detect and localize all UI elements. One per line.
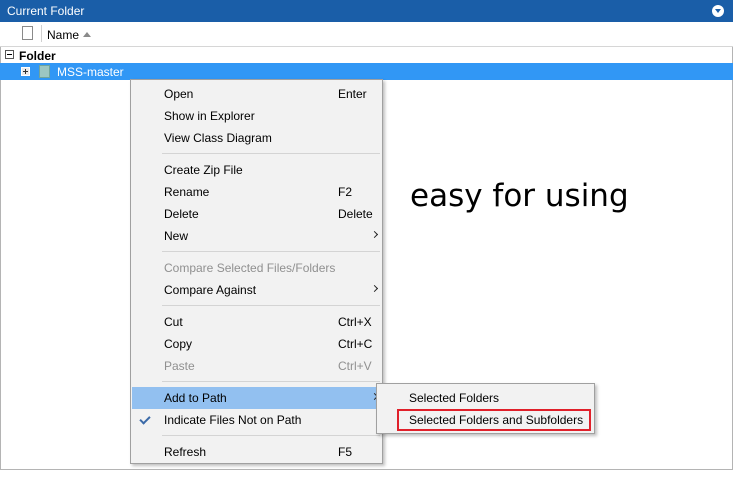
menu-item-create-zip-file[interactable]: Create Zip File [132, 159, 381, 181]
menu-item-label: Indicate Files Not on Path [164, 413, 302, 427]
menu-item-open[interactable]: Open Enter [132, 83, 381, 105]
menu-item-label: Compare Selected Files/Folders [164, 261, 336, 275]
menu-item-cut[interactable]: Cut Ctrl+X [132, 311, 381, 333]
menu-separator [162, 435, 380, 436]
menu-item-indicate-files[interactable]: Indicate Files Not on Path [132, 409, 381, 431]
name-column-header[interactable]: Name [47, 28, 79, 42]
expand-icon[interactable] [21, 67, 30, 76]
menu-item-shortcut: Ctrl+X [338, 315, 372, 329]
menu-separator [162, 153, 380, 154]
menu-item-label: Cut [164, 315, 183, 329]
file-type-icon[interactable] [22, 26, 33, 40]
menu-item-shortcut: F2 [338, 185, 353, 199]
menu-item-compare-selected: Compare Selected Files/Folders [132, 257, 381, 279]
submenu-item-selected-folders[interactable]: Selected Folders [378, 387, 593, 409]
column-divider [41, 25, 42, 42]
menu-separator [162, 251, 380, 252]
panel-title: Current Folder [7, 4, 85, 18]
menu-item-label: Delete [164, 207, 199, 221]
column-header: Name [0, 22, 733, 47]
collapse-icon[interactable] [5, 50, 14, 59]
submenu-arrow-icon [370, 230, 379, 239]
menu-item-shortcut: Delete [338, 207, 373, 221]
menu-item-label: Refresh [164, 445, 207, 459]
sort-ascending-icon[interactable] [83, 32, 91, 37]
menu-item-label: Paste [164, 359, 195, 373]
menu-item-label: Rename [164, 185, 210, 199]
folder-group-label: Folder [19, 49, 56, 63]
menu-item-label: Copy [164, 337, 193, 351]
menu-item-copy[interactable]: Copy Ctrl+C [132, 333, 381, 355]
highlight-box [397, 409, 591, 431]
menu-item-label: View Class Diagram [164, 131, 272, 145]
menu-item-delete[interactable]: Delete Delete [132, 203, 381, 225]
selected-folder-row[interactable]: MSS-master [0, 63, 733, 80]
menu-item-add-to-path[interactable]: Add to Path [132, 387, 381, 409]
folder-group-row[interactable]: Folder [0, 47, 733, 64]
menu-item-shortcut: Ctrl+V [338, 359, 372, 373]
menu-item-refresh[interactable]: Refresh F5 [132, 441, 381, 463]
menu-item-compare-against[interactable]: Compare Against [132, 279, 381, 301]
menu-item-label: Create Zip File [164, 163, 243, 177]
menu-item-shortcut: Ctrl+C [338, 337, 373, 351]
folder-name: MSS-master [57, 65, 124, 79]
menu-item-label: Compare Against [164, 283, 257, 297]
add-to-path-submenu: Selected Folders Selected Folders and Su… [376, 383, 595, 434]
menu-separator [162, 381, 380, 382]
folder-icon [39, 65, 50, 78]
menu-item-view-class-diagram[interactable]: View Class Diagram [132, 127, 381, 149]
menu-item-shortcut: F5 [338, 445, 353, 459]
menu-item-new[interactable]: New [132, 225, 381, 247]
menu-item-show-in-explorer[interactable]: Show in Explorer [132, 105, 381, 127]
submenu-item-label: Selected Folders [409, 391, 500, 405]
menu-item-label: Open [164, 87, 194, 101]
panel-actions-icon[interactable] [712, 5, 724, 17]
context-menu: Open Enter Show in Explorer View Class D… [130, 79, 383, 464]
panel-titlebar: Current Folder [0, 0, 733, 22]
submenu-arrow-icon [370, 284, 379, 293]
menu-item-rename[interactable]: Rename F2 [132, 181, 381, 203]
menu-item-label: Add to Path [164, 391, 227, 405]
checkmark-icon [139, 413, 151, 425]
annotation-text: easy for using [410, 178, 629, 214]
menu-item-paste: Paste Ctrl+V [132, 355, 381, 377]
menu-item-label: New [164, 229, 189, 243]
menu-item-label: Show in Explorer [164, 109, 255, 123]
menu-item-shortcut: Enter [338, 87, 367, 101]
menu-separator [162, 305, 380, 306]
